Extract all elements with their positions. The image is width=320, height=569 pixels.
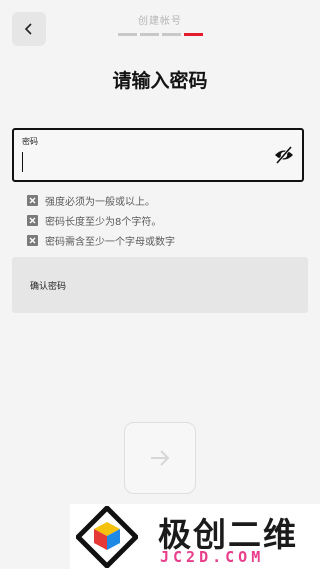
password-field[interactable]: 密码 (12, 128, 304, 182)
step-1 (118, 33, 137, 36)
rule-text: 强度必须为一般或以上。 (45, 196, 155, 208)
x-square-icon (27, 234, 38, 246)
rule-item: 强度必须为一般或以上。 (27, 190, 175, 210)
next-button[interactable] (124, 422, 196, 494)
rule-item: 密码需含至少一个字母或数字 (27, 230, 175, 250)
text-cursor (22, 152, 23, 172)
step-3 (162, 33, 181, 36)
confirm-password-field[interactable]: 确认密码 (12, 257, 308, 313)
watermark: 极创二维 JC2D.COM (70, 504, 320, 569)
password-field-label: 密码 (22, 137, 38, 146)
x-square-icon (27, 194, 38, 206)
x-square-icon (27, 214, 38, 226)
rule-text: 密码长度至少为8个字符。 (45, 216, 162, 228)
password-rules: 强度必须为一般或以上。 密码长度至少为8个字符。 密码需含至少一个字母或数字 (27, 190, 175, 250)
watermark-logo (76, 506, 138, 568)
step-4 (184, 33, 203, 36)
rule-text: 密码需含至少一个字母或数字 (45, 236, 175, 248)
page-title: 请输入密码 (112, 70, 208, 92)
watermark-english: JC2D.COM (160, 548, 265, 566)
confirm-password-label: 确认密码 (30, 282, 67, 292)
step-indicator (118, 33, 203, 36)
arrow-right-icon (151, 450, 170, 466)
rule-item: 密码长度至少为8个字符。 (27, 210, 175, 230)
header-title: 创建帐号 (138, 16, 182, 27)
eye-slash-icon[interactable] (274, 146, 294, 164)
step-2 (140, 33, 159, 36)
